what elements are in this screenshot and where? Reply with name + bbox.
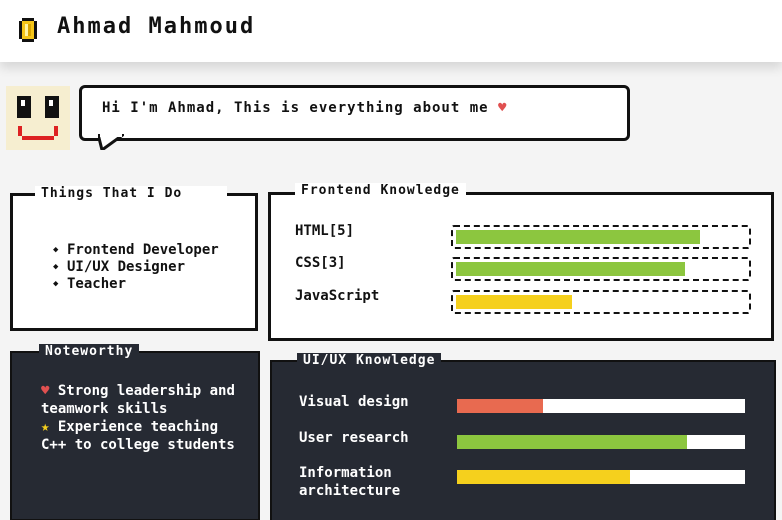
noteworthy-title: Noteworthy [39,344,140,360]
skill-label: HTML[5] [295,223,355,239]
intro-text: Hi I'm Ahmad, This is everything about m… [102,100,507,116]
skill-row: CSS[3] [295,255,755,281]
skill-label: JavaScript [295,288,380,304]
heart-icon: ♥ [498,100,508,116]
list-item: Teacher [53,276,219,293]
header: Ahmad Mahmoud [0,0,782,62]
progress-bar [457,399,745,413]
progress-fill [456,230,700,244]
skill-row: HTML[5] [295,223,755,249]
avatar-mouth [18,126,58,140]
note-text: Experience teaching C++ to college stude… [41,419,235,453]
progress-bar [451,225,751,249]
skill-row: User research [299,429,759,465]
things-list: Frontend Developer UI/UX Designer Teache… [53,242,219,293]
skill-label: Information architecture [299,465,401,499]
list-item: UI/UX Designer [53,259,219,276]
list-item: ♥ Strong leadership and teamwork skills [41,382,251,418]
progress-bar [457,470,745,484]
intro-speech-bubble: Hi I'm Ahmad, This is everything about m… [79,85,630,141]
uiux-panel: UI/UX Knowledge Visual design User resea… [270,353,776,520]
noteworthy-panel: Noteworthy ♥ Strong leadership and teamw… [10,344,260,520]
frontend-panel: Frontend Knowledge HTML[5] CSS[3] JavaSc… [268,183,774,341]
skill-label: Visual design [299,394,409,410]
skill-row: Visual design [299,393,759,429]
avatar-left-eye [17,96,31,118]
list-item: ★ Experience teaching C++ to college stu… [41,418,251,454]
progress-fill [457,435,687,449]
progress-bar [451,257,751,281]
speech-bubble-tail [98,134,124,150]
frontend-title: Frontend Knowledge [295,183,466,199]
heart-icon: ♥ [41,383,50,399]
skill-label: CSS[3] [295,255,346,271]
things-title: Things That I Do [35,186,227,202]
progress-fill [457,470,630,484]
noteworthy-list: ♥ Strong leadership and teamwork skills … [41,382,251,454]
intro-message: Hi I'm Ahmad, This is everything about m… [102,100,489,116]
list-item: Frontend Developer [53,242,219,259]
coin-icon [19,18,37,42]
avatar-right-eye [45,96,59,118]
skill-label: User research [299,430,409,446]
skill-row: Information architecture [299,464,759,500]
things-panel: Things That I Do Frontend Developer UI/U… [10,186,258,331]
progress-bar [457,435,745,449]
skill-row: JavaScript [295,288,755,314]
uiux-title: UI/UX Knowledge [297,353,442,369]
progress-fill [456,262,685,276]
progress-bar [451,290,751,314]
progress-fill [456,295,572,309]
progress-fill [457,399,543,413]
note-text: Strong leadership and teamwork skills [41,383,235,417]
page-title: Ahmad Mahmoud [57,14,256,39]
smiley-avatar-icon [6,86,70,150]
star-icon: ★ [41,419,50,435]
